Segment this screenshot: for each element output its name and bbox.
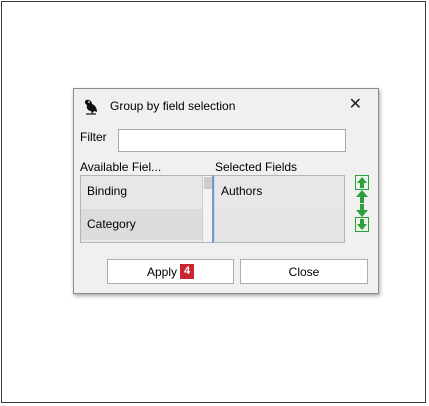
reorder-buttons xyxy=(355,175,369,243)
arrow-down-icon[interactable] xyxy=(355,217,369,232)
list-item[interactable]: Binding xyxy=(81,176,213,207)
arrow-down-icon[interactable] xyxy=(355,203,369,218)
close-icon[interactable]: ✕ xyxy=(349,96,362,114)
group-by-dialog: Group by field selection ✕ Filter Availa… xyxy=(73,88,379,294)
list-item[interactable]: Authors xyxy=(215,176,344,207)
list-item[interactable]: Category xyxy=(81,209,213,240)
dialog-title: Group by field selection xyxy=(110,99,236,113)
step-badge: 4 xyxy=(180,264,195,280)
apply-label: Apply xyxy=(146,265,178,279)
screen-frame: Group by field selection ✕ Filter Availa… xyxy=(1,1,426,403)
title-bar: Group by field selection ✕ xyxy=(74,89,378,123)
selected-fields-label: Selected Fields xyxy=(215,160,298,174)
arrow-up-icon[interactable] xyxy=(355,175,369,190)
scroll-thumb[interactable] xyxy=(204,177,212,189)
filter-input[interactable] xyxy=(118,129,346,152)
arrow-up-icon[interactable] xyxy=(355,189,369,204)
filter-label: Filter xyxy=(80,130,107,144)
close-button[interactable]: Close xyxy=(240,259,368,284)
selected-fields-list[interactable]: Authors xyxy=(214,175,345,243)
available-fields-list[interactable]: Binding Category xyxy=(80,175,214,243)
bird-icon xyxy=(83,98,99,116)
available-fields-label: Available Fiel... xyxy=(80,160,162,174)
apply-button[interactable]: Apply 4 xyxy=(107,259,234,284)
